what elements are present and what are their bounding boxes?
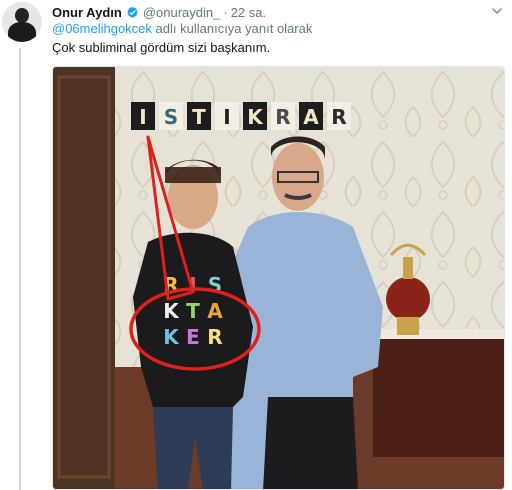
wall-letter: K — [247, 105, 264, 129]
avatar[interactable] — [2, 2, 42, 42]
tweet-photo[interactable]: ISTIKRAR RISKTAKER — [52, 66, 505, 490]
tweet-timestamp[interactable]: 22 sa. — [231, 5, 266, 20]
wall-letter: S — [164, 105, 178, 129]
shirt-letter: T — [186, 299, 200, 323]
tweet-header: Onur Aydın @onuraydin_ · 22 sa. — [52, 3, 512, 21]
wooden-door — [53, 67, 115, 489]
author-handle[interactable]: @onuraydin_ — [143, 5, 221, 20]
author-name[interactable]: Onur Aydın — [52, 5, 122, 20]
wall-letter: R — [275, 105, 290, 129]
shirt-letter: R — [207, 325, 222, 349]
avatar-head — [15, 8, 29, 23]
reply-context: @06melihgokcek adlı kullanıcıya yanıt ol… — [52, 21, 312, 36]
wall-letter: T — [192, 105, 206, 129]
shirt-letter: K — [163, 299, 180, 323]
shirt-letter: E — [186, 325, 200, 349]
reply-suffix: adlı kullanıcıya yanıt olarak — [155, 21, 313, 36]
wall-letter: A — [303, 105, 319, 129]
photo-illustration: ISTIKRAR R I SK T AK E R — [53, 67, 504, 489]
chevron-down-icon[interactable] — [490, 3, 504, 19]
shirt-letters: R I SK T AK E R — [163, 273, 223, 349]
wall-letter: I — [223, 105, 230, 129]
wall-letter: R — [331, 105, 346, 129]
cabinet — [373, 337, 504, 457]
thread-line — [19, 48, 21, 490]
separator-dot: · — [223, 4, 228, 20]
shirt-letter: K — [163, 325, 180, 349]
shirt-letter: A — [207, 299, 223, 323]
verified-badge-icon — [127, 6, 138, 18]
avatar-body — [8, 22, 36, 42]
wall-letter: I — [139, 105, 146, 129]
reply-mention-link[interactable]: @06melihgokcek — [52, 21, 152, 36]
vase — [386, 277, 430, 321]
tweet-text: Çok subliminal gördüm sizi başkanım. — [52, 40, 271, 55]
